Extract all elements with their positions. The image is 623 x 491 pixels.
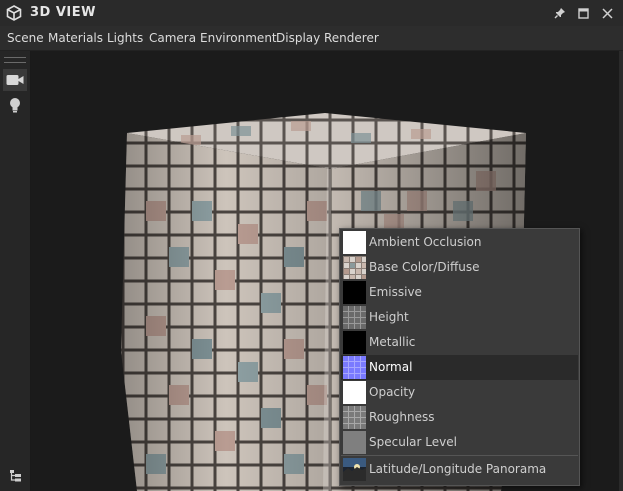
channel-emissive[interactable]: Emissive xyxy=(341,280,578,305)
menu-renderer[interactable]: Renderer xyxy=(324,31,379,45)
pin-icon xyxy=(554,8,565,19)
channel-ambient-occlusion[interactable]: Ambient Occlusion xyxy=(341,230,578,255)
left-toolbar xyxy=(0,51,31,491)
camera-icon xyxy=(6,75,24,85)
window-title: 3D VIEW xyxy=(30,5,96,20)
channel-label: Emissive xyxy=(369,285,422,299)
camera-button[interactable] xyxy=(3,69,27,91)
gray-swatch-icon xyxy=(343,431,366,454)
channel-panorama[interactable]: Latitude/Longitude Panorama xyxy=(341,457,578,482)
close-icon xyxy=(601,7,613,19)
menu-bar: Scene Materials Lights Camera Environmen… xyxy=(0,26,623,51)
channel-label: Latitude/Longitude Panorama xyxy=(369,462,547,476)
channel-dropdown[interactable]: Ambient Occlusion Base Color/Diffuse Emi… xyxy=(339,228,580,486)
pin-button[interactable] xyxy=(551,4,569,22)
channel-metallic[interactable]: Metallic xyxy=(341,330,578,355)
black-swatch-icon xyxy=(343,331,366,354)
channel-opacity[interactable]: Opacity xyxy=(341,380,578,405)
menu-scene[interactable]: Scene xyxy=(7,31,44,45)
tile-color-swatch-icon xyxy=(343,256,366,279)
lightbulb-icon xyxy=(10,97,20,112)
toolbar-grip[interactable] xyxy=(4,57,26,63)
menu-environment[interactable]: Environment xyxy=(200,31,277,45)
channel-label: Specular Level xyxy=(369,435,457,449)
white-swatch-icon xyxy=(343,231,366,254)
channel-label: Normal xyxy=(369,360,413,374)
channel-height[interactable]: Height xyxy=(341,305,578,330)
menu-materials[interactable]: Materials xyxy=(48,31,103,45)
channel-normal[interactable]: Normal xyxy=(341,355,578,380)
menu-camera[interactable]: Camera xyxy=(149,31,196,45)
channel-roughness[interactable]: Roughness xyxy=(341,405,578,430)
panorama-swatch-icon xyxy=(343,458,366,481)
gray-grid-swatch-icon xyxy=(343,306,366,329)
menu-lights[interactable]: Lights xyxy=(107,31,143,45)
black-swatch-icon xyxy=(343,281,366,304)
maximize-icon xyxy=(577,7,589,19)
channel-label: Base Color/Diffuse xyxy=(369,260,480,274)
title-bar: 3D VIEW xyxy=(0,0,623,26)
maximize-button[interactable] xyxy=(574,4,592,22)
scene-tree-icon xyxy=(9,469,21,481)
menu-display[interactable]: Display xyxy=(276,31,320,45)
scene-tree-button[interactable] xyxy=(3,464,27,486)
viewport-border xyxy=(619,51,623,491)
gray-grid-swatch-icon xyxy=(343,406,366,429)
blue-normal-swatch-icon xyxy=(343,356,366,379)
channel-label: Roughness xyxy=(369,410,435,424)
close-button[interactable] xyxy=(598,4,616,22)
cube-icon xyxy=(6,5,22,21)
channel-label: Metallic xyxy=(369,335,416,349)
channel-label: Ambient Occlusion xyxy=(369,235,482,249)
channel-base-color[interactable]: Base Color/Diffuse xyxy=(341,255,578,280)
channel-specular-level[interactable]: Specular Level xyxy=(341,430,578,455)
light-button[interactable] xyxy=(3,94,27,116)
white-swatch-icon xyxy=(343,381,366,404)
channel-label: Height xyxy=(369,310,409,324)
channel-label: Opacity xyxy=(369,385,416,399)
dropdown-separator xyxy=(341,455,578,456)
